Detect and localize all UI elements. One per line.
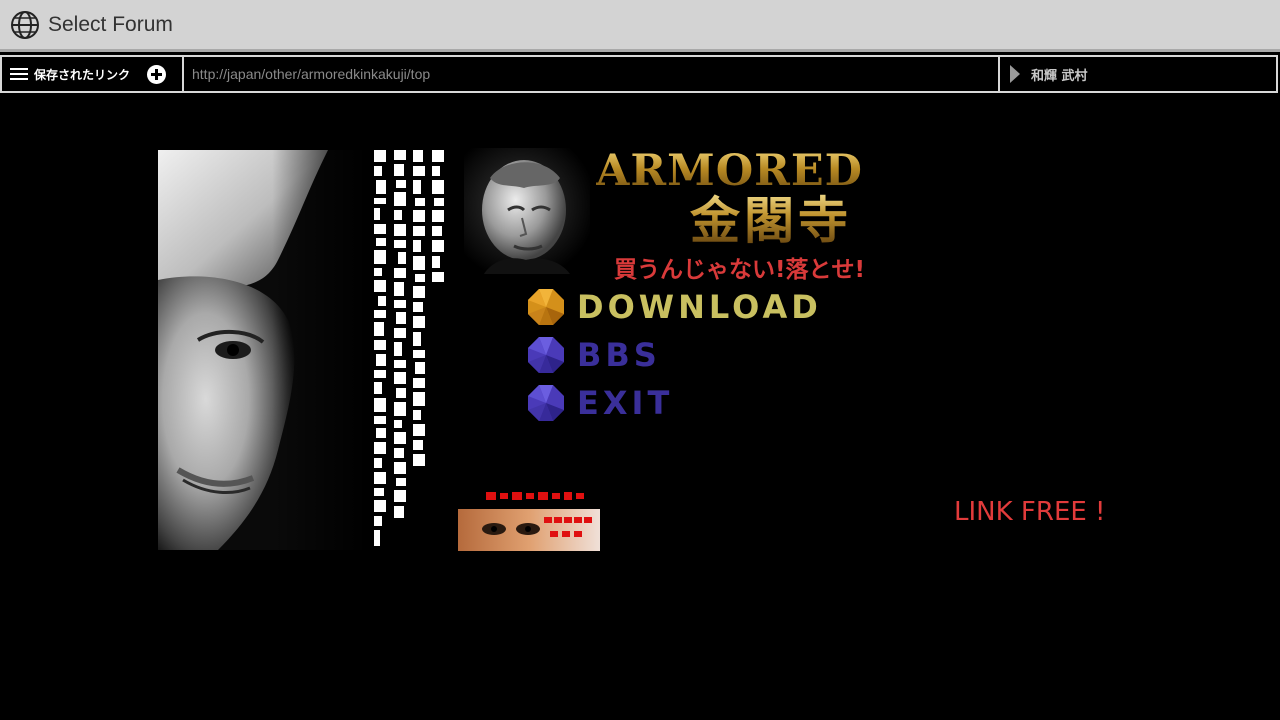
code-column-3	[413, 150, 425, 468]
url-text[interactable]: http://japan/other/armoredkinkakuji/top	[192, 66, 430, 82]
saved-links-label[interactable]: 保存されたリンク	[34, 66, 130, 83]
tagline: 買うんじゃない!落とせ!	[614, 257, 865, 283]
saved-links-menu[interactable]: 保存されたリンク	[0, 55, 184, 93]
user-name[interactable]: 和輝 武村	[1031, 65, 1088, 84]
play-triangle-icon[interactable]	[1010, 65, 1020, 83]
add-link-icon[interactable]	[147, 64, 167, 84]
menu-item-bbs[interactable]: BBS	[527, 336, 661, 374]
window-title: Select Forum	[48, 12, 173, 36]
menu-label-bbs[interactable]: BBS	[577, 336, 661, 374]
menu-item-exit[interactable]: EXIT	[527, 384, 673, 422]
man-bust-image	[464, 148, 590, 274]
logo-armored: ARMORED	[596, 146, 863, 196]
globe-icon	[11, 10, 39, 39]
user-menu[interactable]: 和輝 武村	[998, 55, 1278, 93]
hamburger-icon[interactable]	[10, 68, 28, 80]
woman-portrait-image	[158, 150, 366, 550]
octagon-button-icon[interactable]	[527, 336, 565, 374]
url-field[interactable]: http://japan/other/armoredkinkakuji/top	[182, 55, 1000, 93]
menu-label-download[interactable]: DOWNLOAD	[577, 288, 822, 326]
menu-item-download[interactable]: DOWNLOAD	[527, 288, 822, 326]
octagon-button-icon[interactable]	[527, 384, 565, 422]
code-column-4	[432, 150, 444, 284]
code-column-2	[394, 150, 406, 520]
octagon-button-icon[interactable]	[527, 288, 565, 326]
title-bar: Select Forum	[0, 0, 1280, 52]
link-free-text: LINK FREE !	[954, 497, 1106, 527]
eyes-banner-link[interactable]	[458, 509, 600, 551]
code-column-1	[374, 150, 386, 550]
logo-kinkakuji: 金閣寺	[690, 191, 852, 250]
menu-label-exit[interactable]: EXIT	[577, 384, 673, 422]
banner-caption-image	[486, 492, 584, 500]
address-bar: 保存されたリンク http://japan/other/armoredkinka…	[0, 55, 1280, 93]
